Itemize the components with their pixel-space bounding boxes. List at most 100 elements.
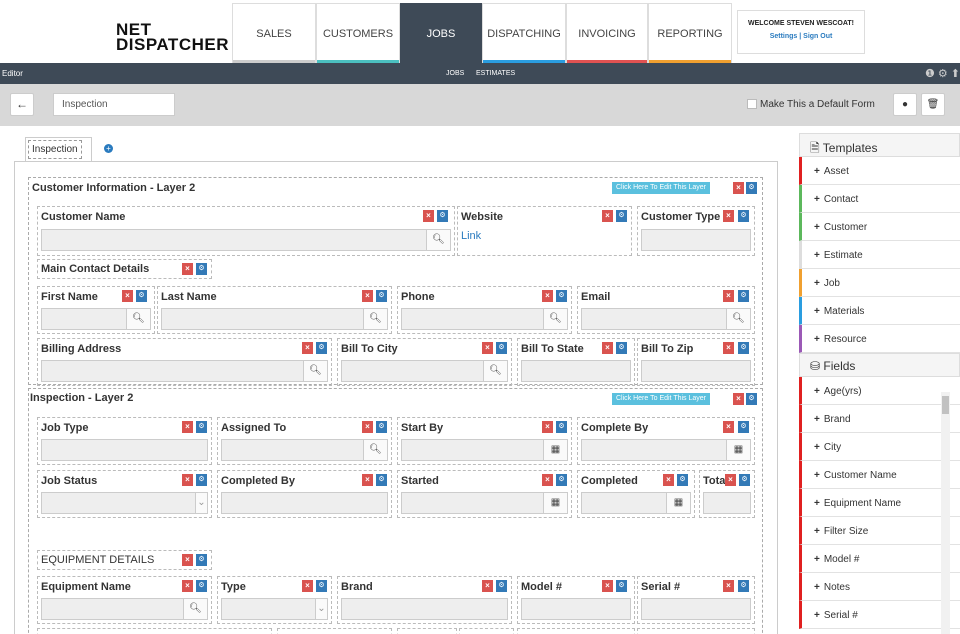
remove-icon[interactable]: ×: [663, 474, 674, 486]
bill-zip-input[interactable]: [641, 360, 751, 382]
search-icon[interactable]: 🔍︎: [303, 361, 327, 381]
start-by-input[interactable]: ▦: [401, 439, 568, 461]
nav-tab-reporting[interactable]: REPORTING: [648, 3, 732, 63]
customer-name-input[interactable]: 🔍︎: [41, 229, 451, 251]
gear-icon[interactable]: ⚙: [196, 580, 207, 592]
gear-icon[interactable]: ⚙: [738, 210, 749, 222]
search-icon[interactable]: 🔍︎: [483, 361, 507, 381]
nav-tab-sales[interactable]: SALES: [232, 3, 316, 63]
field-item[interactable]: + Customer Name: [799, 461, 960, 489]
remove-icon[interactable]: ×: [122, 290, 133, 302]
dropdown-icon[interactable]: ⌄: [315, 599, 327, 619]
gear-icon[interactable]: ⚙: [616, 342, 627, 354]
gear-icon[interactable]: ⚙: [376, 421, 387, 433]
scrollbar-thumb[interactable]: [942, 396, 949, 414]
gear-icon[interactable]: ⚙: [196, 263, 207, 275]
remove-icon[interactable]: ×: [602, 342, 613, 354]
template-item-contact[interactable]: + Contact: [799, 185, 960, 213]
default-form-checkbox[interactable]: [747, 99, 757, 109]
remove-icon[interactable]: ×: [182, 263, 193, 275]
nav-tab-dispatching[interactable]: DISPATCHING: [482, 3, 566, 63]
bill-city-input[interactable]: 🔍︎: [341, 360, 508, 382]
last-name-input[interactable]: 🔍︎: [161, 308, 388, 330]
equipment-name-input[interactable]: 🔍︎: [41, 598, 208, 620]
remove-icon[interactable]: ×: [723, 580, 734, 592]
template-item-estimate[interactable]: + Estimate: [799, 241, 960, 269]
subnav-estimates[interactable]: ESTIMATES: [476, 70, 515, 77]
calendar-icon[interactable]: ▦: [543, 440, 567, 460]
template-item-customer[interactable]: + Customer: [799, 213, 960, 241]
model-input[interactable]: [521, 598, 631, 620]
gear-icon[interactable]: ⚙: [196, 554, 207, 566]
gear-icon[interactable]: ⚙: [496, 580, 507, 592]
template-item-job[interactable]: + Job: [799, 269, 960, 297]
remove-icon[interactable]: ×: [362, 421, 373, 433]
gear-icon[interactable]: ⚙: [316, 342, 327, 354]
remove-icon[interactable]: ×: [542, 474, 553, 486]
gear-icon[interactable]: ⚙: [739, 474, 750, 486]
remove-icon[interactable]: ×: [733, 182, 744, 194]
completed-input[interactable]: ▦: [581, 492, 691, 514]
complete-by-input[interactable]: ▦: [581, 439, 751, 461]
remove-icon[interactable]: ×: [542, 290, 553, 302]
started-input[interactable]: ▦: [401, 492, 568, 514]
field-item[interactable]: + City: [799, 433, 960, 461]
search-icon[interactable]: 🔍︎: [126, 309, 150, 329]
field-item[interactable]: + Brand: [799, 405, 960, 433]
edit-layer-button[interactable]: Click Here To Edit This Layer: [612, 393, 710, 405]
field-item[interactable]: + Equipment Name: [799, 489, 960, 517]
search-icon[interactable]: 🔍︎: [183, 599, 207, 619]
subnav-jobs[interactable]: JOBS: [446, 70, 464, 77]
remove-icon[interactable]: ×: [602, 580, 613, 592]
assigned-to-input[interactable]: 🔍︎: [221, 439, 388, 461]
gear-icon[interactable]: ⚙: [196, 474, 207, 486]
nav-tab-jobs[interactable]: JOBS: [400, 3, 482, 63]
remove-icon[interactable]: ×: [723, 421, 734, 433]
fields-scrollbar[interactable]: [941, 392, 950, 634]
app-logo[interactable]: NET DISPATCHER: [116, 21, 229, 53]
nav-tab-invoicing[interactable]: INVOICING: [566, 3, 648, 63]
field-item[interactable]: + Notes: [799, 573, 960, 601]
gear-icon[interactable]: ⚙: [738, 290, 749, 302]
remove-icon[interactable]: ×: [482, 580, 493, 592]
completed-by-input[interactable]: [221, 492, 388, 514]
nav-tab-customers[interactable]: CUSTOMERS: [316, 3, 400, 63]
gear-icon[interactable]: ⚙: [376, 290, 387, 302]
edit-layer-button[interactable]: Click Here To Edit This Layer: [612, 182, 710, 194]
gear-icon[interactable]: ⚙: [316, 580, 327, 592]
phone-input[interactable]: 🔍︎: [401, 308, 568, 330]
gear-icon[interactable]: ⚙: [496, 342, 507, 354]
remove-icon[interactable]: ×: [542, 421, 553, 433]
search-icon[interactable]: 🔍︎: [363, 440, 387, 460]
remove-icon[interactable]: ×: [182, 474, 193, 486]
remove-icon[interactable]: ×: [182, 580, 193, 592]
gear-icon[interactable]: ⚙: [136, 290, 147, 302]
remove-icon[interactable]: ×: [302, 580, 313, 592]
first-name-input[interactable]: 🔍︎: [41, 308, 151, 330]
gear-icon[interactable]: ⚙: [677, 474, 688, 486]
remove-icon[interactable]: ×: [302, 342, 313, 354]
brand-input[interactable]: [341, 598, 508, 620]
dropdown-icon[interactable]: ⌄: [195, 493, 207, 513]
calendar-icon[interactable]: ▦: [726, 440, 750, 460]
calendar-icon[interactable]: ▦: [543, 493, 567, 513]
gear-icon[interactable]: ⚙: [738, 342, 749, 354]
gear-icon[interactable]: ⚙: [556, 290, 567, 302]
remove-icon[interactable]: ×: [723, 290, 734, 302]
back-button[interactable]: ←: [10, 93, 34, 116]
remove-icon[interactable]: ×: [482, 342, 493, 354]
tab-inspection[interactable]: Inspection: [25, 137, 92, 161]
gear-icon[interactable]: ⚙: [616, 210, 627, 222]
delete-icon[interactable]: 🗑: [921, 93, 945, 116]
remove-icon[interactable]: ×: [725, 474, 736, 486]
type-select[interactable]: ⌄: [221, 598, 328, 620]
field-item[interactable]: + Age(yrs): [799, 377, 960, 405]
field-item[interactable]: + Model #: [799, 545, 960, 573]
customer-type-input[interactable]: [641, 229, 751, 251]
gear-icon[interactable]: ⚙: [746, 393, 757, 405]
website-link[interactable]: Link: [461, 230, 481, 242]
add-button[interactable]: ●: [893, 93, 917, 116]
template-item-materials[interactable]: + Materials: [799, 297, 960, 325]
account-links[interactable]: Settings | Sign Out: [738, 33, 864, 40]
remove-icon[interactable]: ×: [182, 421, 193, 433]
